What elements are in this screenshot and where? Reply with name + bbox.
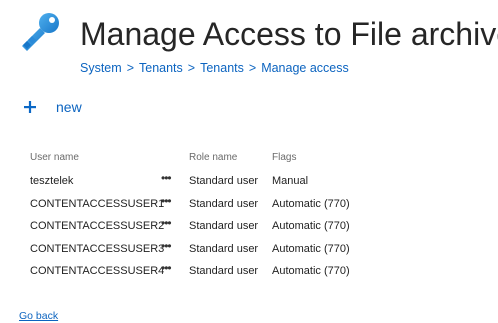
user-access-table: tesztelek ••• Standard user Manual CONTE… bbox=[0, 170, 498, 283]
column-header-role-name: Role name bbox=[189, 152, 238, 163]
new-button[interactable]: new bbox=[20, 95, 82, 119]
flags-cell: Manual bbox=[272, 175, 309, 187]
role-name-cell: Standard user bbox=[189, 265, 259, 277]
row-menu-button[interactable]: ••• bbox=[161, 194, 172, 208]
flags-cell: Automatic (770) bbox=[272, 197, 350, 210]
user-name-cell: CONTENTACCESSUSER1 bbox=[30, 197, 165, 210]
user-name-cell: CONTENTACCESSUSER4 bbox=[30, 265, 165, 277]
column-header-flags: Flags bbox=[272, 152, 297, 163]
row-menu-button[interactable]: ••• bbox=[161, 171, 172, 185]
role-name-cell: Standard user bbox=[189, 220, 259, 232]
flags-cell: Automatic (770) bbox=[272, 265, 350, 277]
breadcrumb-separator: > bbox=[187, 61, 196, 75]
breadcrumb-separator: > bbox=[248, 61, 257, 75]
table-row: CONTENTACCESSUSER4 ••• Standard user Aut… bbox=[0, 260, 498, 283]
row-menu-button[interactable]: ••• bbox=[161, 216, 172, 230]
breadcrumb-separator: > bbox=[126, 61, 134, 75]
user-name-cell: CONTENTACCESSUSER2 bbox=[30, 220, 165, 232]
user-name-cell: CONTENTACCESSUSER3 bbox=[30, 242, 165, 255]
breadcrumb-item-manage-access[interactable]: Manage access bbox=[261, 61, 349, 75]
breadcrumb-item-tenants-2[interactable]: Tenants bbox=[200, 61, 244, 75]
breadcrumb: System > Tenants > Tenants > Manage access bbox=[80, 61, 349, 75]
new-button-label: new bbox=[56, 99, 82, 115]
key-icon bbox=[16, 10, 64, 54]
flags-cell: Automatic (770) bbox=[272, 220, 350, 232]
table-row: CONTENTACCESSUSER1 ••• Standard user Aut… bbox=[0, 193, 498, 216]
column-header-user-name: User name bbox=[30, 152, 79, 163]
row-menu-button[interactable]: ••• bbox=[161, 261, 172, 275]
breadcrumb-item-tenants[interactable]: Tenants bbox=[139, 61, 183, 75]
table-row: tesztelek ••• Standard user Manual bbox=[0, 170, 498, 193]
plus-icon bbox=[20, 95, 40, 119]
row-menu-button[interactable]: ••• bbox=[161, 239, 172, 253]
go-back-link[interactable]: Go back bbox=[19, 310, 58, 322]
flags-cell: Automatic (770) bbox=[272, 242, 350, 255]
role-name-cell: Standard user bbox=[189, 175, 259, 187]
table-row: CONTENTACCESSUSER3 ••• Standard user Aut… bbox=[0, 238, 498, 261]
page-title: Manage Access to File archive bbox=[80, 16, 498, 52]
breadcrumb-item-system[interactable]: System bbox=[80, 61, 122, 75]
role-name-cell: Standard user bbox=[189, 242, 259, 255]
table-row: CONTENTACCESSUSER2 ••• Standard user Aut… bbox=[0, 215, 498, 238]
user-name-cell: tesztelek bbox=[30, 175, 74, 187]
role-name-cell: Standard user bbox=[189, 197, 259, 210]
